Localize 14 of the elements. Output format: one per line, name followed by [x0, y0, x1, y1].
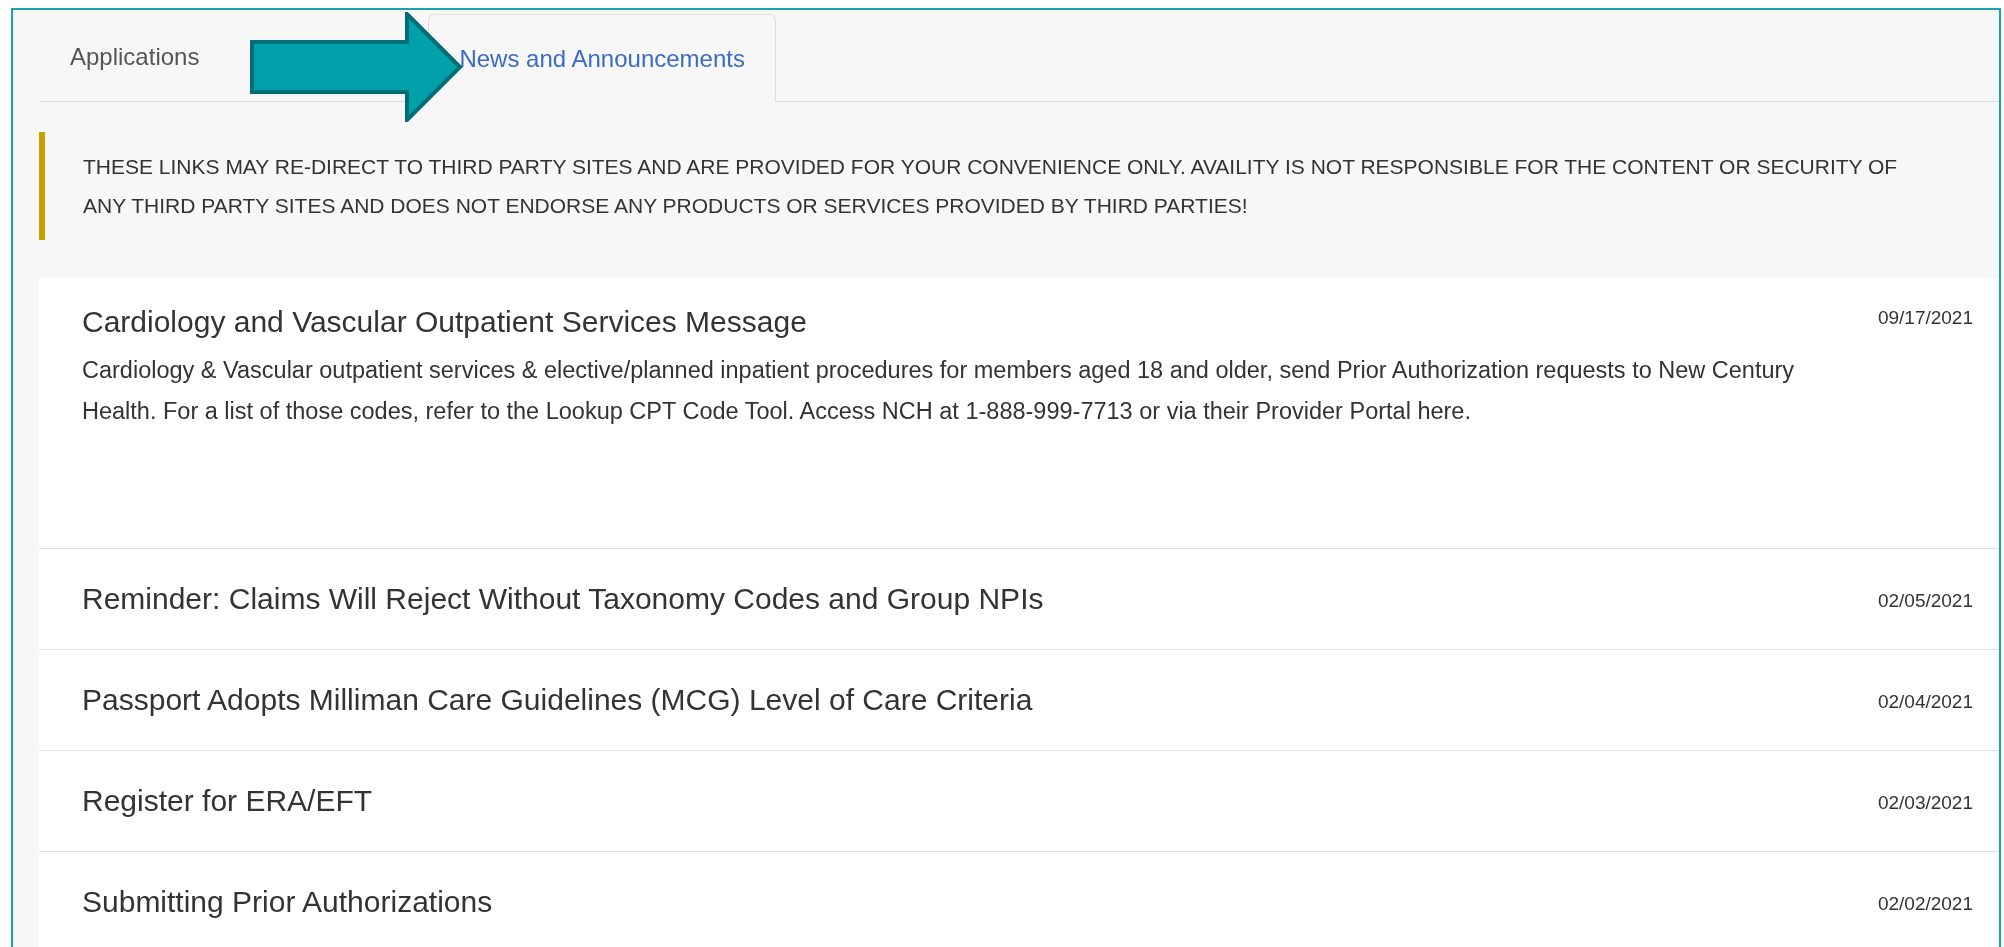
news-body: Cardiology & Vascular outpatient services & elective/planned inpatient procedures for members aged 18 and older, send Prior Authorization requests to New Century Health. For a list of those codes, refer to the Lookup CPT Code Tool. Access NCH at 1-888-999-7713 or via their Provider Portal here.	[82, 356, 1796, 426]
news-date: 09/17/2021	[1877, 306, 1973, 330]
news-title[interactable]: Passport Adopts Milliman Care Guidelines (MCG) Level of Care Criteria	[82, 678, 1033, 722]
news-title[interactable]: Cardiology and Vascular Outpatient Services Message	[82, 300, 807, 344]
news-title[interactable]: Reminder: Claims Will Reject Without Taxonomy Codes and Group NPIs	[82, 577, 1044, 621]
news-date: 02/03/2021	[1877, 791, 1973, 815]
tab[interactable]: Applications	[39, 13, 231, 101]
news-date: 02/04/2021	[1877, 690, 1973, 714]
news-date: 02/02/2021	[1877, 892, 1973, 916]
news-title[interactable]: Register for ERA/EFT	[82, 779, 373, 823]
disclaimer-text: THESE LINKS MAY RE-DIRECT TO THIRD PARTY SITES AND ARE PROVIDED FOR YOUR CONVENIENCE ONLY. AVAILITY IS NOT RESPONSIBLE FOR THE CONTENT OR SECURITY OF ANY THIRD PARTY SITES AND DOES NOT ENDORSE ANY PRODUCTS OR SERVICES PROVIDED BY THIRD PARTIES!	[83, 154, 1899, 219]
news-date: 02/05/2021	[1877, 589, 1973, 613]
news-title[interactable]: Submitting Prior Authorizations	[82, 880, 493, 924]
tab[interactable]: News and Announcements	[428, 14, 776, 102]
